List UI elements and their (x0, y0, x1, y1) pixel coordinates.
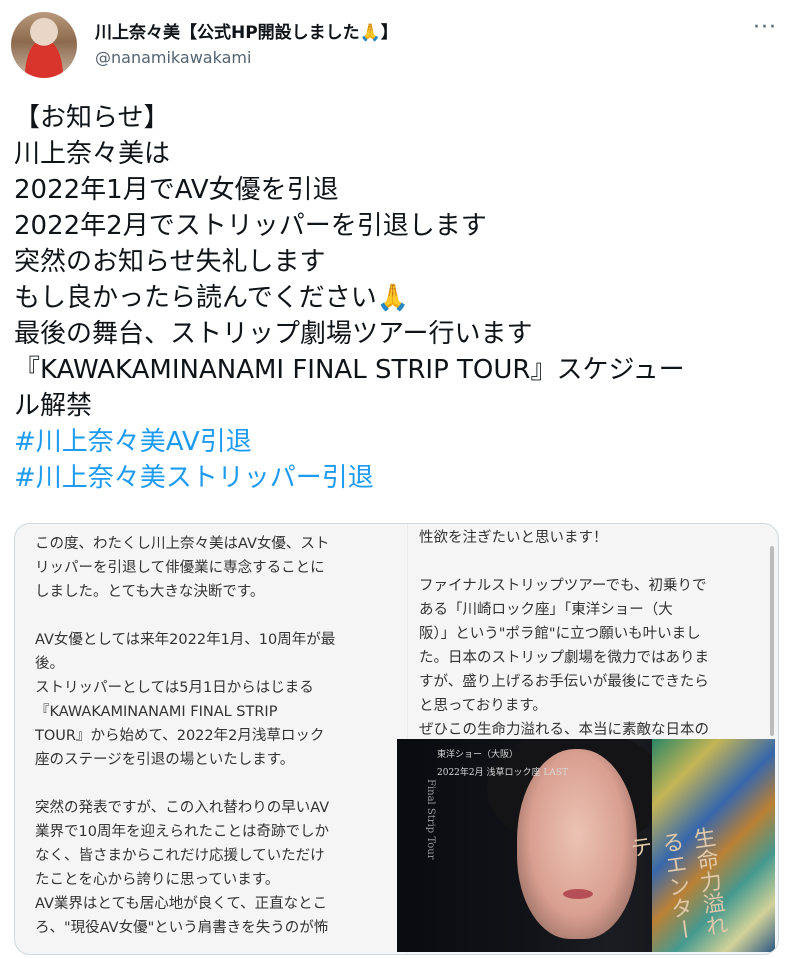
tour-poster-image[interactable]: 東洋ショー（大阪） 2022年2月 浅草ロック座 LAST Final Stri… (397, 739, 775, 952)
poster-text: 東洋ショー（大阪） (437, 750, 519, 760)
poster-catchphrase: 生命力溢れるエンターテ (625, 825, 729, 943)
tweet-line: 川上奈々美は (14, 139, 171, 169)
statement-paragraph: 性欲を注ぎたいと思います！ (419, 530, 608, 546)
hashtag-link[interactable]: #川上奈々美ストリッパー引退 (14, 460, 794, 496)
poster-lips (563, 889, 593, 899)
avatar[interactable] (11, 12, 77, 78)
user-handle[interactable]: @nanamikawakami (95, 48, 251, 67)
tweet-line: 【お知らせ】 (14, 103, 170, 133)
hashtag-link[interactable]: #川上奈々美AV引退 (14, 424, 794, 460)
more-options-icon[interactable]: ··· (750, 17, 780, 39)
tweet-line: 2022年1月でAV女優を引退 (14, 175, 339, 205)
tweet-header: 川上奈々美【公式HP開設しました🙏】 @nanamikawakami ··· (0, 0, 803, 90)
poster-text: 2022年2月 浅草ロック座 LAST (437, 768, 568, 778)
statement-left-column: この度、わたくし川上奈々美はAV女優、スト リッパーを引退して俳優業に専念するこ… (35, 532, 390, 954)
statement-paragraph: AV女優としては来年2022年1月、10周年が最 後。 ストリッパーとしては5月… (35, 632, 336, 768)
tweet-line: 最後の舞台、ストリップ劇場ツアー行います (14, 319, 533, 349)
tweet-line-with-emoji: もし良かったら読んでください🙏 (14, 280, 794, 316)
tweet-line: ル解禁 (14, 391, 93, 421)
statement-paragraph: ファイナルストリップツアーでも、初乗りで ある「川崎ロック座」「東洋ショー（大 … (419, 578, 709, 738)
tweet-line: 突然のお知らせ失礼します (14, 247, 326, 277)
statement-paragraph: この度、わたくし川上奈々美はAV女優、スト リッパーを引退して俳優業に専念するこ… (35, 536, 330, 600)
tweet-line: 『KAWAKAMINANAMI FINAL STRIP TOUR』スケジュー (14, 355, 685, 385)
display-name[interactable]: 川上奈々美【公式HP開設しました🙏】 (95, 18, 398, 43)
tweet-line-text: もし良かったら読んでください (14, 283, 377, 313)
statement-right-column: 性欲を注ぎたいと思います！ ファイナルストリップツアーでも、初乗りで ある「川崎… (419, 526, 764, 766)
statement-paragraph: 突然の発表ですが、この入れ替わりの早いAV 業界で10周年を迎えられたことは奇跡… (35, 800, 330, 936)
tweet-line: 2022年2月でストリッパーを引退します (14, 211, 487, 241)
attached-media[interactable]: この度、わたくし川上奈々美はAV女優、スト リッパーを引退して俳優業に専念するこ… (14, 523, 779, 955)
display-name-text: 川上奈々美【公式HP開設しました (95, 23, 360, 43)
display-name-suffix: 】 (380, 23, 398, 43)
poster-vertical-text: Final Strip Tour (425, 779, 436, 860)
tweet-text: 【お知らせ】 川上奈々美は 2022年1月でAV女優を引退 2022年2月でスト… (14, 100, 794, 496)
folded-hands-icon: 🙏 (376, 283, 410, 313)
folded-hands-icon: 🙏 (359, 23, 381, 43)
scrollbar[interactable] (770, 546, 774, 736)
